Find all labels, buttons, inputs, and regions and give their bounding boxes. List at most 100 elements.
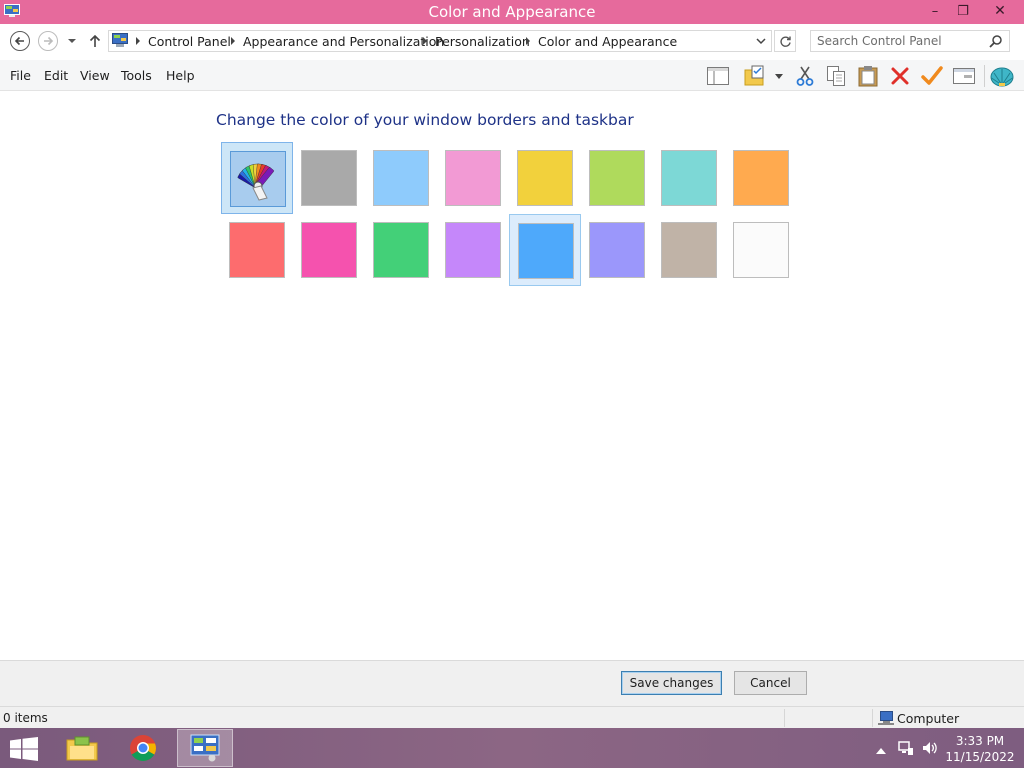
swatch-fill xyxy=(517,150,573,206)
clock-date: 11/15/2022 xyxy=(945,750,1015,764)
address-history-button[interactable] xyxy=(755,34,767,51)
taskbar-control-panel[interactable] xyxy=(177,729,233,767)
search-box xyxy=(810,30,1010,52)
swatch-fill xyxy=(373,150,429,206)
color-swatch-sky-blue[interactable] xyxy=(365,142,437,214)
back-arrow-icon xyxy=(14,36,24,46)
up-arrow-icon xyxy=(89,34,101,47)
up-button[interactable] xyxy=(88,32,102,50)
color-mixer-icon xyxy=(230,151,286,207)
start-button[interactable] xyxy=(10,737,38,764)
navigation-bar: Control Panel Appearance and Personaliza… xyxy=(0,24,1024,60)
location-label: Computer xyxy=(897,711,960,726)
swatch-fill xyxy=(445,222,501,278)
color-swatch-blue[interactable] xyxy=(509,214,581,286)
footer-bar: Save changes Cancel xyxy=(0,660,1024,706)
swatch-fill xyxy=(229,222,285,278)
swatch-fill xyxy=(373,222,429,278)
menu-tools[interactable]: Tools xyxy=(121,68,152,83)
dropdown-icon[interactable] xyxy=(772,64,786,88)
breadcrumb-separator[interactable] xyxy=(423,37,427,45)
status-divider xyxy=(872,709,873,727)
refresh-button[interactable] xyxy=(774,30,796,52)
close-button[interactable]: ✕ xyxy=(980,0,1020,22)
breadcrumb-separator[interactable] xyxy=(136,37,140,45)
search-input[interactable] xyxy=(817,33,987,49)
paste-icon[interactable] xyxy=(856,64,880,88)
refresh-icon xyxy=(779,36,791,47)
color-swatch-lime[interactable] xyxy=(581,142,653,214)
swatch-fill xyxy=(661,150,717,206)
color-swatch-yellow[interactable] xyxy=(509,142,581,214)
swatch-fill xyxy=(301,150,357,206)
swatch-fill xyxy=(445,150,501,206)
system-clock[interactable]: 3:33 PM 11/15/2022 xyxy=(944,733,1016,765)
chevron-down-icon xyxy=(756,38,766,45)
cut-icon[interactable] xyxy=(793,64,817,88)
show-hidden-icons-button[interactable] xyxy=(876,743,886,757)
color-swatch-taupe[interactable] xyxy=(653,214,725,286)
toolbar-separator xyxy=(984,65,985,87)
status-divider xyxy=(784,709,785,727)
file-explorer-icon xyxy=(66,736,98,761)
menu-view[interactable]: View xyxy=(80,68,110,83)
taskbar-file-explorer[interactable] xyxy=(54,729,110,767)
color-swatch-orange[interactable] xyxy=(725,142,797,214)
properties-folder-icon[interactable] xyxy=(743,64,767,88)
color-swatch-coral-red[interactable] xyxy=(221,214,293,286)
color-swatch-lavender[interactable] xyxy=(437,214,509,286)
cancel-button[interactable]: Cancel xyxy=(734,671,807,695)
minimize-button[interactable]: – xyxy=(920,0,950,22)
chevron-down-icon xyxy=(68,39,76,43)
color-swatch-periwinkle[interactable] xyxy=(581,214,653,286)
chevron-up-icon xyxy=(876,748,886,754)
check-icon[interactable] xyxy=(920,64,944,88)
color-swatch-gray[interactable] xyxy=(293,142,365,214)
save-changes-button[interactable]: Save changes xyxy=(621,671,722,695)
breadcrumb-personalization[interactable]: Personalization xyxy=(435,34,530,49)
network-icon[interactable] xyxy=(898,740,914,759)
delete-icon[interactable] xyxy=(888,64,912,88)
breadcrumb-color-and-appearance[interactable]: Color and Appearance xyxy=(538,34,677,49)
color-swatch-white[interactable] xyxy=(725,214,797,286)
item-count: 0 items xyxy=(3,711,48,725)
color-swatch-magenta-pink[interactable] xyxy=(293,214,365,286)
status-bar: 0 items Computer xyxy=(0,706,1024,728)
swatch-fill xyxy=(661,222,717,278)
computer-icon xyxy=(878,711,894,728)
color-swatch-pink[interactable] xyxy=(437,142,509,214)
layout-pane-icon[interactable] xyxy=(706,64,730,88)
window-icon[interactable] xyxy=(952,64,976,88)
back-button[interactable] xyxy=(10,31,30,51)
breadcrumb-separator[interactable] xyxy=(231,37,235,45)
menu-file[interactable]: File xyxy=(10,68,31,83)
menu-help[interactable]: Help xyxy=(166,68,195,83)
copy-icon[interactable] xyxy=(824,64,848,88)
taskbar-chrome[interactable] xyxy=(115,729,171,767)
forward-button[interactable] xyxy=(38,31,58,51)
menu-bar: File Edit View Tools Help xyxy=(0,60,1024,91)
taskbar: 3:33 PM 11/15/2022 xyxy=(0,728,1024,768)
page-heading: Change the color of your window borders … xyxy=(216,111,634,129)
breadcrumb-separator[interactable] xyxy=(526,37,530,45)
search-icon[interactable] xyxy=(989,34,1003,51)
chrome-icon xyxy=(130,735,156,762)
clock-time: 3:33 PM xyxy=(955,734,1005,748)
restore-button[interactable]: ❐ xyxy=(948,0,978,22)
menu-edit[interactable]: Edit xyxy=(44,68,68,83)
swatch-fill xyxy=(518,223,574,279)
recent-locations-button[interactable] xyxy=(65,32,79,50)
swatch-fill xyxy=(301,222,357,278)
volume-icon[interactable] xyxy=(922,740,938,759)
breadcrumb-appearance-and-personalization[interactable]: Appearance and Personalization xyxy=(243,34,444,49)
color-swatch-green[interactable] xyxy=(365,214,437,286)
breadcrumb-control-panel[interactable]: Control Panel xyxy=(148,34,231,49)
color-swatch-custom-color-picker[interactable] xyxy=(221,142,293,214)
windows-logo-icon xyxy=(10,737,38,761)
shell-icon[interactable] xyxy=(990,64,1014,88)
address-bar[interactable]: Control Panel Appearance and Personaliza… xyxy=(108,30,772,52)
control-panel-icon xyxy=(190,734,220,762)
title-bar: Color and Appearance – ❐ ✕ xyxy=(0,0,1024,24)
color-swatch-teal[interactable] xyxy=(653,142,725,214)
swatch-fill xyxy=(589,222,645,278)
